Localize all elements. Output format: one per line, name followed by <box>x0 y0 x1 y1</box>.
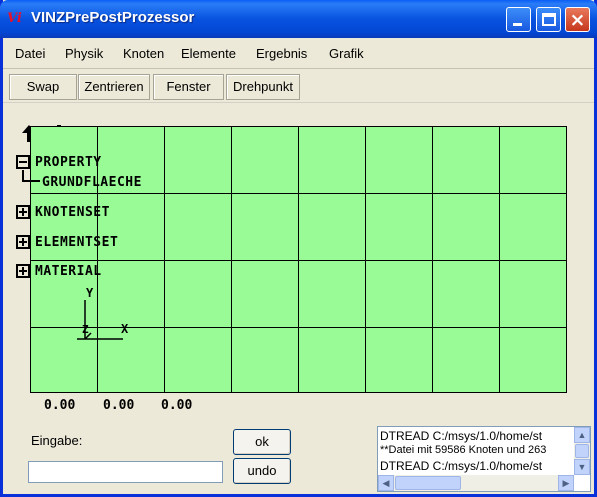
log-line: DTREAD C:/msys/1.0/home/st <box>380 429 543 443</box>
tree-item-material[interactable]: MATERIAL <box>35 264 102 279</box>
vertical-scrollbar[interactable]: ▲ ▼ <box>574 427 590 475</box>
minimize-icon <box>513 23 522 26</box>
scroll-down-icon[interactable]: ▼ <box>574 459 590 475</box>
close-button[interactable]: × <box>565 7 590 32</box>
log-line: **Datei mit 59586 Knoten und 263 <box>380 444 547 456</box>
maximize-icon <box>542 13 556 26</box>
axis-indicator <box>77 300 123 340</box>
axis-label-x: X <box>121 322 129 336</box>
expand-icon[interactable] <box>16 235 30 249</box>
swap-button[interactable]: Swap <box>9 74 77 100</box>
eingabe-input[interactable] <box>28 461 223 483</box>
horizontal-scrollbar[interactable]: ◀ ▶ <box>378 475 574 491</box>
menu-grafik[interactable]: Grafik <box>329 46 364 61</box>
close-icon: × <box>569 9 586 31</box>
toolbar: Swap Zentrieren Fenster Drehpunkt <box>3 71 594 103</box>
window-title: VINZPrePostProzessor <box>31 9 195 26</box>
fenster-button[interactable]: Fenster <box>153 74 224 100</box>
axis-label-z: Z <box>82 323 90 336</box>
collapse-icon[interactable] <box>16 155 30 169</box>
log-line: DTREAD C:/msys/1.0/home/st <box>380 459 543 473</box>
axis-label-y: Y <box>86 286 94 300</box>
coord-z: 0.00 <box>161 398 193 413</box>
menu-bar: Datei Physik Knoten Elemente Ergebnis Gr… <box>3 38 594 69</box>
scroll-thumb[interactable] <box>575 444 589 458</box>
menu-datei[interactable]: Datei <box>15 46 45 61</box>
eingabe-label: Eingabe: <box>31 433 83 448</box>
tree-item-grundflaeche[interactable]: GRUNDFLAECHE <box>42 175 142 190</box>
minimize-button[interactable] <box>506 7 531 32</box>
undo-button[interactable]: undo <box>233 458 291 484</box>
coord-y: 0.00 <box>103 398 135 413</box>
scroll-right-icon[interactable]: ▶ <box>558 475 574 491</box>
menu-elemente[interactable]: Elemente <box>181 46 236 61</box>
tree-item-knotenset[interactable]: KNOTENSET <box>35 205 110 220</box>
maximize-button[interactable] <box>536 7 561 32</box>
zentrieren-button[interactable]: Zentrieren <box>78 74 150 100</box>
tree-item-elementset[interactable]: ELEMENTSET <box>35 235 118 250</box>
scroll-up-icon[interactable]: ▲ <box>574 427 590 443</box>
app-icon: Vi <box>7 11 22 26</box>
scroll-thumb[interactable] <box>395 476 461 490</box>
title-bar[interactable]: Vi VINZPrePostProzessor × <box>0 0 597 38</box>
log-output[interactable]: DTREAD C:/msys/1.0/home/st **Datei mit 5… <box>377 426 591 492</box>
coord-x: 0.00 <box>44 398 76 413</box>
menu-ergebnis[interactable]: Ergebnis <box>256 46 307 61</box>
expand-icon[interactable] <box>16 264 30 278</box>
grid-line <box>31 260 566 261</box>
viewport-canvas[interactable] <box>30 126 567 393</box>
tree-item-property[interactable]: PROPERTY <box>35 155 102 170</box>
grid-line <box>31 193 566 194</box>
menu-knoten[interactable]: Knoten <box>123 46 164 61</box>
ok-button[interactable]: ok <box>233 429 291 455</box>
scroll-left-icon[interactable]: ◀ <box>378 475 394 491</box>
drehpunkt-button[interactable]: Drehpunkt <box>226 74 300 100</box>
tree-connector <box>22 180 40 182</box>
menu-physik[interactable]: Physik <box>65 46 103 61</box>
expand-icon[interactable] <box>16 205 30 219</box>
